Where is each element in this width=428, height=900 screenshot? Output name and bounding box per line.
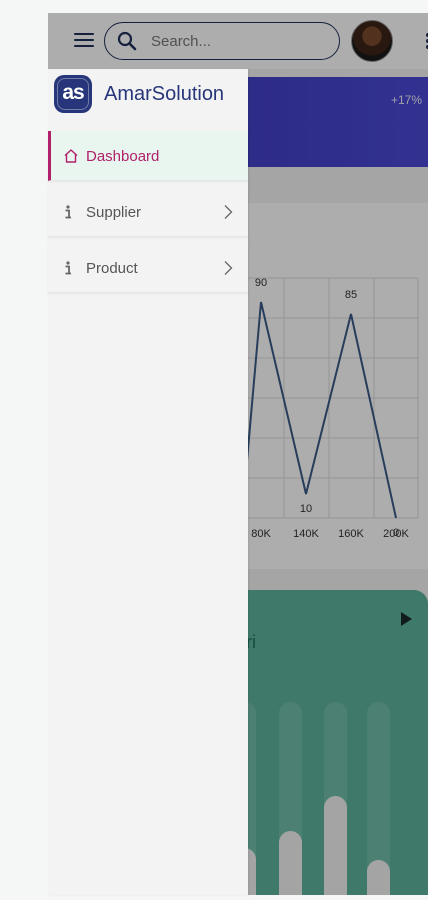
brand-logo: as — [54, 75, 92, 113]
nav-item-dashboard[interactable]: Dashboard — [48, 131, 248, 181]
nav-item-label: Dashboard — [86, 148, 160, 165]
nav-item-supplier[interactable]: Supplier — [48, 187, 248, 237]
nav-item-label: Supplier — [86, 204, 142, 221]
info-icon — [65, 205, 71, 219]
navigation-drawer: as AmarSolution Dashboard Supplier Produ… — [48, 69, 248, 895]
nav-item-product[interactable]: Product — [48, 243, 248, 293]
info-icon — [65, 261, 71, 275]
home-icon — [64, 149, 78, 163]
nav-item-label: Product — [86, 260, 138, 277]
chevron-right-icon — [224, 205, 233, 219]
brand-name: AmarSolution — [104, 83, 225, 105]
brand-header: as AmarSolution — [48, 69, 248, 125]
chevron-right-icon — [224, 261, 233, 275]
